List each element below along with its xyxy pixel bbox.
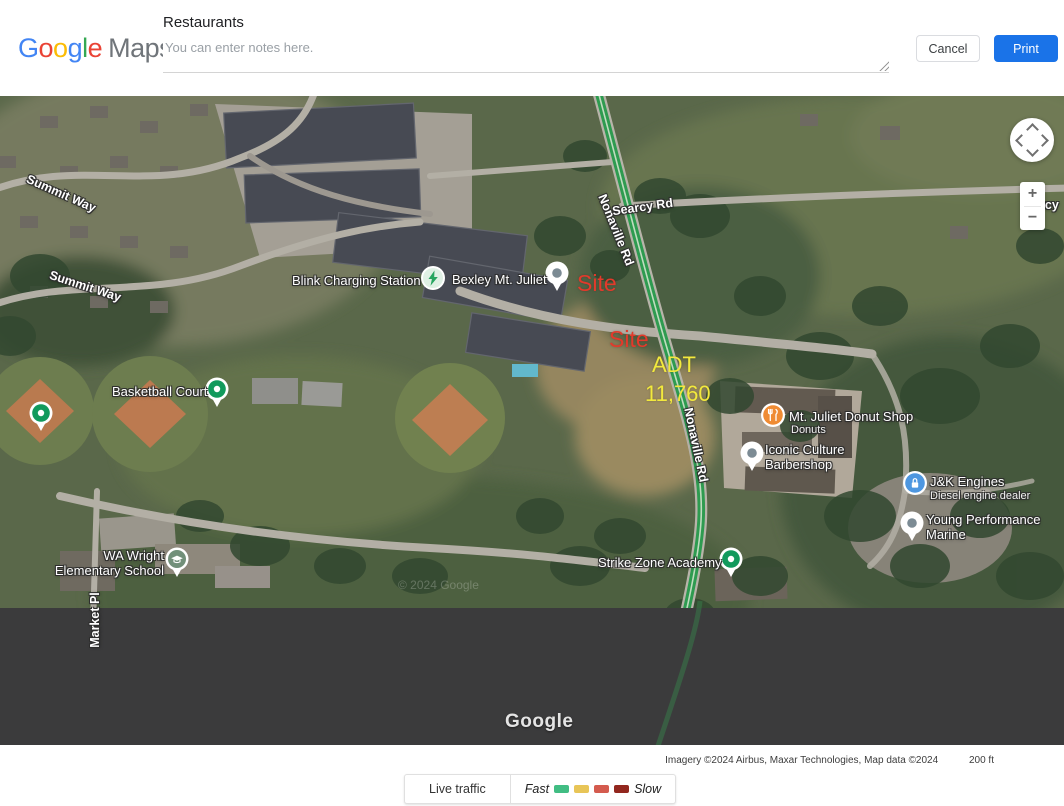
lightning-bolt-icon — [419, 264, 447, 298]
jk-engines-pin — [901, 470, 929, 504]
traffic-legend: Live traffic Fast Slow — [404, 774, 676, 804]
chevron-up-icon[interactable] — [1026, 123, 1039, 136]
label-wa-wright-elementary: WA Wright Elementary School — [26, 548, 164, 578]
zoom-out-button[interactable]: − — [1020, 207, 1045, 231]
zoom-in-button[interactable]: + — [1020, 182, 1045, 206]
label-jk-engines-category: Diesel engine dealer — [930, 490, 1030, 502]
map-dot-icon — [898, 510, 926, 544]
annotation-adt-label: ADT — [652, 352, 696, 378]
chevron-right-icon[interactable] — [1036, 134, 1049, 147]
label-line: Iconic Culture — [765, 442, 844, 457]
traffic-speed-swatches — [554, 785, 629, 793]
notes-input[interactable] — [163, 38, 889, 73]
graduation-cap-icon — [163, 546, 191, 580]
label-basketball-court: Basketball Court — [112, 384, 207, 399]
label-donut-shop: Mt. Juliet Donut Shop — [789, 409, 913, 424]
map-canvas[interactable]: © 2024 Google Summit Way Summit Way Sear… — [0, 96, 1064, 745]
print-header: GoogleMaps Restaurants Cancel Print — [0, 0, 1064, 96]
annotation-adt-value: 11,760 — [645, 381, 711, 407]
park-dot-icon — [27, 400, 55, 434]
chevron-down-icon[interactable] — [1026, 144, 1039, 157]
page-title: Restaurants — [163, 14, 244, 31]
slow-label: Slow — [634, 782, 661, 796]
cancel-button[interactable]: Cancel — [916, 35, 980, 62]
label-line: Barbershop — [765, 457, 844, 472]
label-line: Young Performance — [926, 512, 1040, 527]
label-line: WA Wright — [26, 548, 164, 563]
pan-control[interactable] — [1010, 118, 1054, 162]
live-traffic-selector[interactable]: Live traffic — [405, 775, 511, 803]
inline-imagery-watermark: © 2024 Google — [398, 578, 479, 592]
bexley-pin — [543, 260, 571, 294]
chevron-left-icon[interactable] — [1015, 134, 1028, 147]
young-performance-pin — [898, 510, 926, 544]
label-line: Marine — [926, 527, 1040, 542]
label-iconic-culture-barbershop: Iconic Culture Barbershop — [765, 442, 844, 472]
school-pin — [163, 546, 191, 580]
google-maps-logo: GoogleMaps — [18, 33, 172, 64]
map-dot-icon — [738, 440, 766, 474]
restaurant-icon — [759, 402, 787, 436]
fast-label: Fast — [525, 782, 549, 796]
annotation-site-upper: Site — [577, 270, 617, 297]
label-jk-engines: J&K Engines — [930, 474, 1004, 489]
google-watermark: Google — [505, 711, 573, 733]
road-label-market-pl: Market Pl — [88, 592, 102, 648]
attribution-text: Imagery ©2024 Airbus, Maxar Technologies… — [665, 755, 938, 766]
park-pin — [27, 400, 55, 434]
map-attribution: Imagery ©2024 Airbus, Maxar Technologies… — [665, 755, 994, 766]
scale-label: 200 ft — [969, 755, 994, 766]
print-button[interactable]: Print — [994, 35, 1058, 62]
traffic-speed-scale: Fast Slow — [511, 775, 675, 803]
textarea-resize-handle-icon[interactable] — [878, 60, 889, 71]
google-logo-letters: Google — [18, 33, 102, 63]
padlock-icon — [901, 470, 929, 504]
label-young-performance-marine: Young Performance Marine — [926, 512, 1040, 542]
barbershop-pin — [738, 440, 766, 474]
label-blink-charging-station: Blink Charging Station — [292, 273, 421, 288]
donut-shop-pin — [759, 402, 787, 436]
label-line: Elementary School — [26, 563, 164, 578]
label-bexley-mt-juliet: Bexley Mt. Juliet — [452, 272, 547, 287]
map-dot-icon — [543, 260, 571, 294]
zoom-control[interactable]: + − — [1020, 182, 1045, 230]
label-strike-zone-academy: Strike Zone Academy — [598, 555, 722, 570]
charging-station-pin — [419, 264, 447, 298]
label-donut-shop-category: Donuts — [791, 424, 826, 436]
annotation-site-lower: Site — [609, 326, 649, 353]
